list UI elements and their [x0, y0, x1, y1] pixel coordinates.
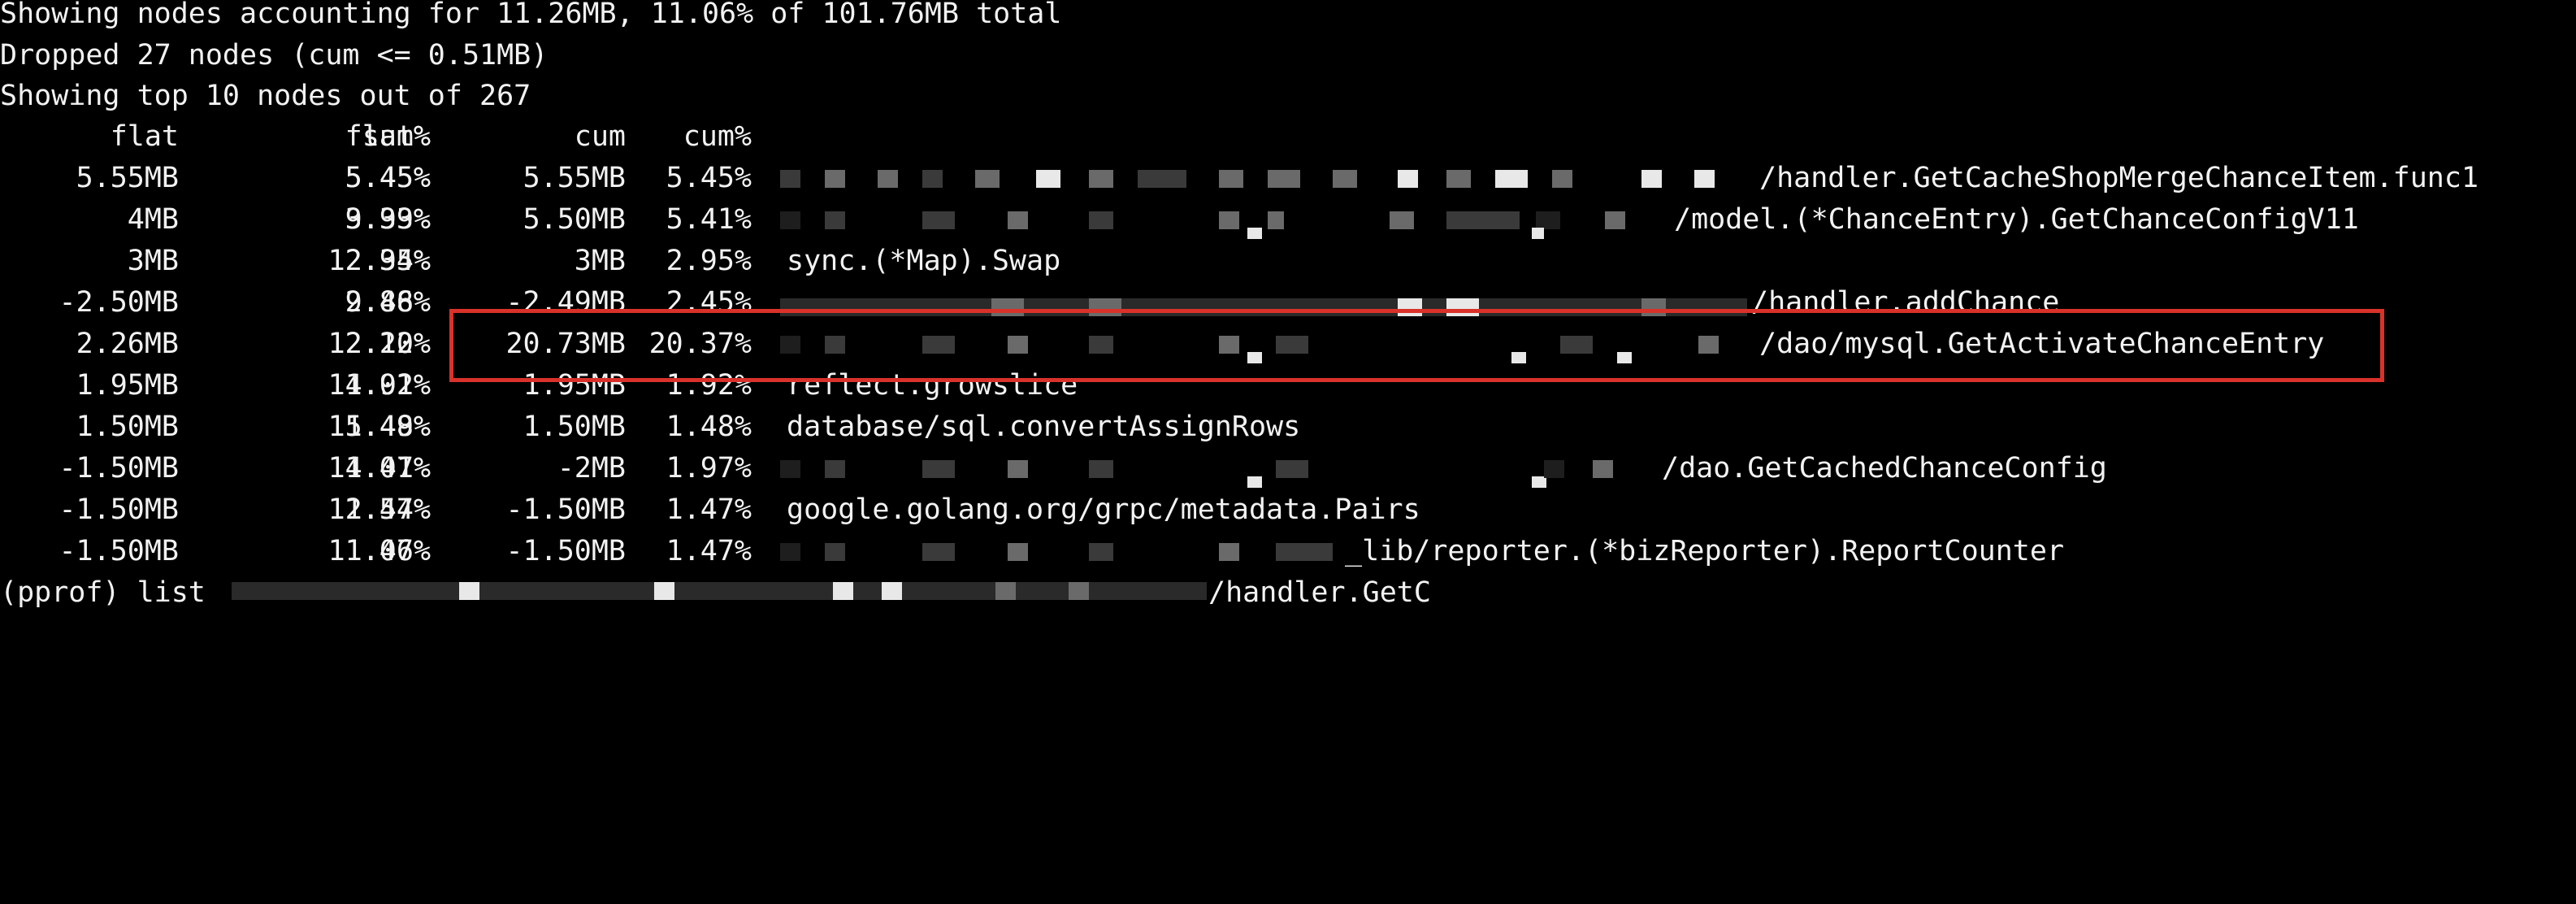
prompt-command: (pprof) list: [0, 576, 223, 609]
redacted-package-path: [780, 199, 1666, 241]
redacted-package-path: [780, 158, 1755, 199]
table-row: -1.50MB 1.47% 14.01% -2MB 1.97% /dao.Get…: [0, 448, 2576, 489]
cell-cum-pct: 5.41%: [666, 203, 752, 236]
cell-function: _lib/reporter.(*bizReporter).ReportCount…: [1345, 535, 2065, 567]
cell-cum-pct: 5.45%: [666, 162, 752, 194]
table-row: 5.55MB 5.45% 5.45% 5.55MB 5.45% /handler…: [0, 158, 2576, 199]
cell-function: database/sql.convertAssignRows: [787, 411, 1301, 443]
header-cum-pct: cum%: [683, 120, 752, 153]
cell-cum-pct: 1.47%: [666, 493, 752, 526]
cell-function: /handler.GetCacheShopMergeChanceItem.fun…: [1759, 162, 2479, 194]
cell-cum-pct: 1.47%: [666, 535, 752, 567]
table-row: -1.50MB 1.47% 12.54% -1.50MB 1.47% googl…: [0, 489, 2576, 531]
table-row: 3MB 2.95% 12.34% 3MB 2.95% sync.(*Map).S…: [0, 241, 2576, 282]
summary-line-dropped: Dropped 27 nodes (cum <= 0.51MB): [0, 39, 549, 72]
table-row: 1.50MB 1.48% 15.49% 1.50MB 1.48% databas…: [0, 406, 2576, 448]
redacted-package-path: [232, 572, 1207, 614]
table-row: 4MB 3.93% 9.39% 5.50MB 5.41% /model.(*Ch…: [0, 199, 2576, 241]
cell-function: /dao.GetCachedChanceConfig: [1662, 452, 2107, 485]
pprof-prompt[interactable]: (pprof) list /handler.GetC: [0, 572, 2576, 614]
cell-function: /model.(*ChanceEntry).GetChanceConfigV11: [1674, 203, 2359, 236]
summary-line-total: Showing nodes accounting for 11.26MB, 11…: [0, 0, 1062, 30]
redacted-package-path: [780, 448, 1658, 489]
redacted-package-path: [780, 531, 1341, 572]
table-row: -1.50MB 1.47% 11.06% -1.50MB 1.47% _lib/…: [0, 531, 2576, 572]
terminal-window[interactable]: Showing nodes accounting for 11.26MB, 11…: [0, 0, 2576, 610]
summary-line-top-nodes: Showing top 10 nodes out of 267: [0, 80, 531, 112]
cell-cum-pct: 2.95%: [666, 245, 752, 277]
prompt-input-text[interactable]: /handler.GetC: [1208, 572, 1431, 614]
table-header: flat flat% sum% cum cum%: [0, 116, 2576, 158]
cell-cum-pct: 1.48%: [666, 411, 752, 443]
highlight-annotation-box: [449, 309, 2384, 382]
cell-function: google.golang.org/grpc/metadata.Pairs: [787, 493, 1420, 526]
cell-cum-pct: 1.97%: [666, 452, 752, 485]
cell-function: sync.(*Map).Swap: [787, 245, 1061, 277]
